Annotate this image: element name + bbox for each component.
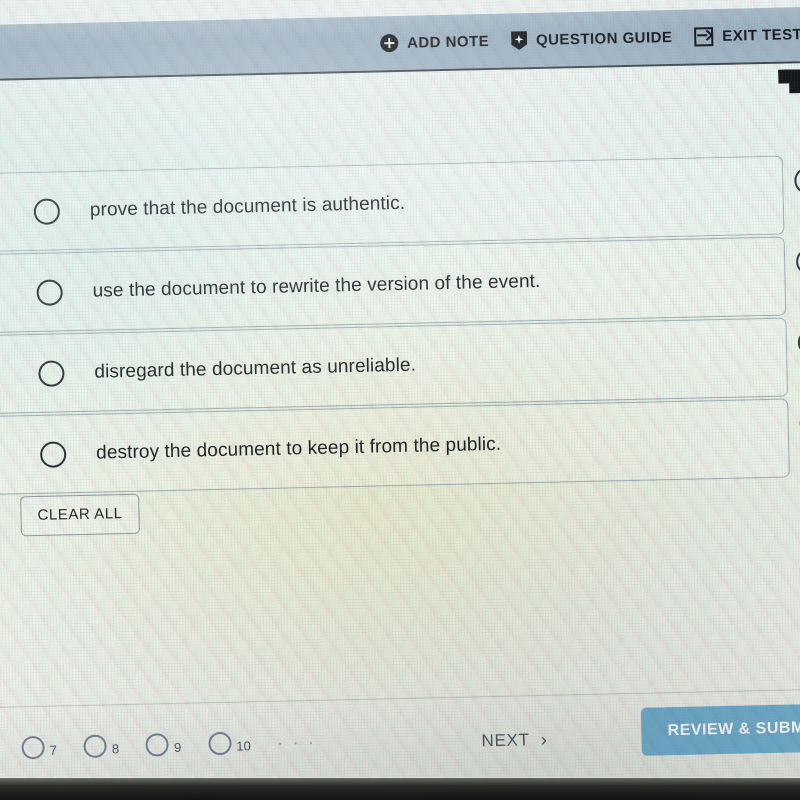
answer-option-3[interactable]: disregard the document as unreliable.: [0, 317, 789, 414]
option-row: prove that the document is authentic.: [0, 155, 800, 253]
plus-circle-icon: [379, 33, 399, 53]
radio-button-option-1[interactable]: [33, 197, 61, 225]
answer-option-4-text: destroy the document to keep it from the…: [95, 433, 502, 464]
monitor-bezel: [0, 778, 800, 800]
question-guide-button[interactable]: QUESTION GUIDE: [511, 27, 673, 50]
pager-circle-icon: [145, 732, 170, 757]
exit-arrow-icon: [694, 26, 714, 46]
chevron-right-icon: ›: [540, 729, 548, 751]
answer-option-2[interactable]: use the document to rewrite the version …: [0, 236, 787, 333]
question-guide-label: QUESTION GUIDE: [535, 28, 673, 49]
pager-number: 7: [49, 742, 58, 758]
answer-option-2-text: use the document to rewrite the version …: [92, 270, 541, 302]
eliminate-option-2-icon[interactable]: [795, 247, 800, 276]
radio-button-option-2[interactable]: [36, 278, 63, 306]
bookmark-star-icon: [511, 31, 527, 50]
pager-item-7[interactable]: 7: [21, 735, 57, 759]
pager-number: 8: [111, 740, 120, 756]
option-row: disregard the document as unreliable.: [0, 317, 800, 414]
review-and-submit-button[interactable]: REVIEW & SUBMIT: [640, 703, 800, 756]
clear-all-button[interactable]: CLEAR ALL: [20, 493, 140, 537]
answer-option-4[interactable]: destroy the document to keep it from the…: [0, 398, 790, 495]
screen-surface: ADD NOTE QUESTION GUIDE EXIT TEST prove …: [0, 0, 800, 800]
photographed-screen: ADD NOTE QUESTION GUIDE EXIT TEST prove …: [0, 0, 800, 800]
add-note-button[interactable]: ADD NOTE: [379, 32, 490, 53]
pager-ellipsis: . . .: [277, 728, 317, 749]
eliminate-option-1-icon[interactable]: [794, 166, 800, 195]
question-pager: 7 8 9 10 . . .: [21, 729, 316, 759]
option-row: use the document to rewrite the version …: [0, 236, 800, 333]
pager-item-10[interactable]: 10: [207, 731, 251, 755]
next-button[interactable]: NEXT ›: [481, 729, 548, 751]
radio-button-option-4[interactable]: [39, 440, 67, 468]
pager-item-9[interactable]: 9: [145, 732, 182, 757]
pager-number: 9: [173, 739, 182, 755]
answer-option-1[interactable]: prove that the document is authentic.: [0, 155, 785, 253]
top-toolbar: ADD NOTE QUESTION GUIDE EXIT TEST: [0, 7, 800, 82]
answer-option-1-text: prove that the document is authentic.: [89, 192, 406, 221]
exit-test-label: EXIT TEST: [722, 25, 800, 45]
pager-circle-icon: [21, 735, 45, 759]
add-note-label: ADD NOTE: [406, 32, 490, 52]
answer-options-list: prove that the document is authentic. us…: [0, 155, 800, 497]
pager-circle-icon: [83, 733, 108, 758]
radio-button-option-3[interactable]: [38, 359, 65, 387]
next-label: NEXT: [481, 730, 530, 751]
clipped-right-widget: [778, 69, 800, 94]
pager-circle-icon: [207, 731, 232, 755]
answer-option-3-text: disregard the document as unreliable.: [94, 354, 417, 383]
pager-item-8[interactable]: 8: [83, 733, 120, 758]
exit-test-button[interactable]: EXIT TEST: [694, 25, 800, 46]
option-row: destroy the document to keep it from the…: [0, 398, 800, 495]
pager-number: 10: [236, 737, 251, 754]
